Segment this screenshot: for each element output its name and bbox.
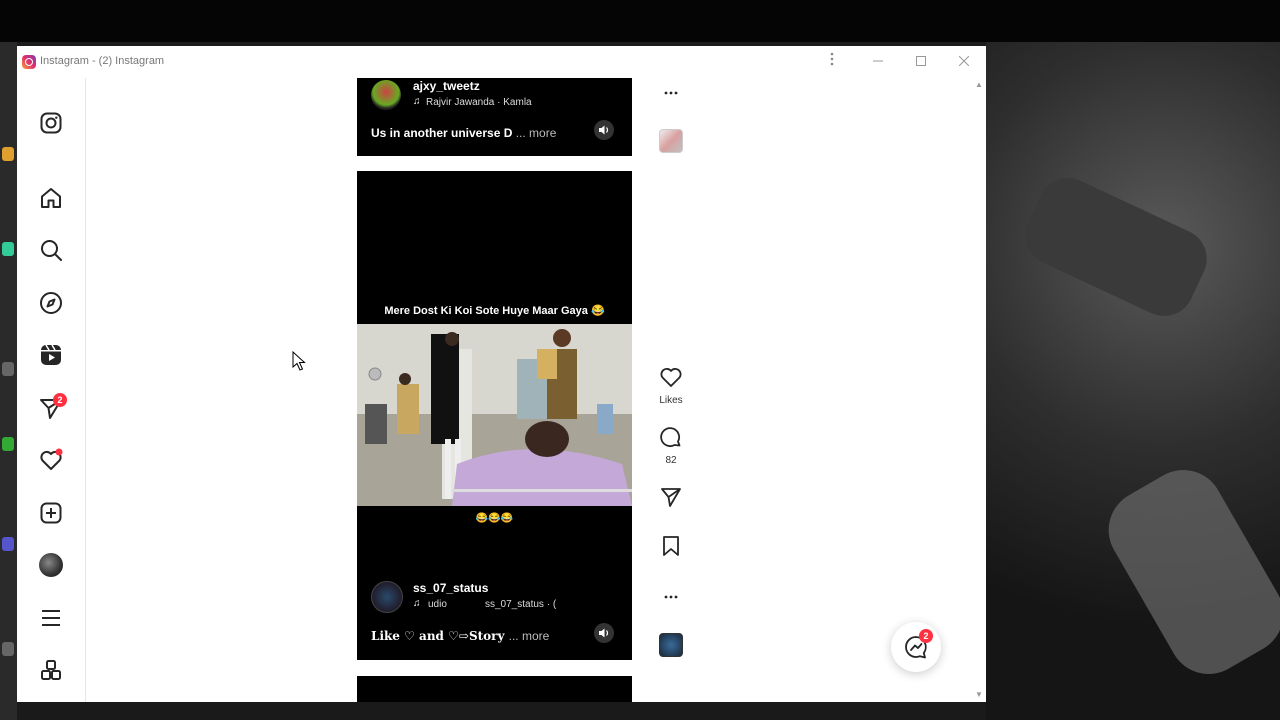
- reel-author-avatar[interactable]: [371, 80, 401, 110]
- instagram-window: Instagram - (2) Instagram 2 ajxy_tweetz …: [17, 46, 986, 702]
- caption-text: Us in another universe D: [371, 126, 513, 140]
- desktop-shortcut-icon: [2, 537, 14, 551]
- share-button[interactable]: [657, 485, 685, 514]
- volume-icon[interactable]: [594, 120, 614, 140]
- reel-video-frame[interactable]: [357, 324, 632, 506]
- plus-square-icon: [40, 502, 62, 524]
- reel-post[interactable]: Mere Dost Ki Koi Sote Huye Maar Gaya 😂 😂…: [357, 171, 632, 660]
- sidebar-item-search[interactable]: [39, 238, 63, 262]
- scroll-down-icon[interactable]: ▼: [975, 690, 983, 699]
- menu-icon: [42, 610, 60, 626]
- sidebar-item-notifications[interactable]: [39, 448, 63, 472]
- messages-fab-badge: 2: [919, 629, 933, 643]
- send-icon: [661, 488, 681, 507]
- sidebar-item-more[interactable]: [39, 606, 63, 630]
- taskbar-strip: [17, 702, 986, 720]
- maximize-icon[interactable]: [911, 52, 931, 72]
- apps-icon: [41, 660, 61, 680]
- messages-button[interactable]: 2: [891, 622, 941, 672]
- audio-thumbnail[interactable]: [659, 633, 683, 657]
- desktop-icons-strip: [0, 42, 17, 720]
- search-icon: [41, 240, 62, 261]
- scrollbar[interactable]: ▲ ▼: [973, 78, 986, 702]
- desktop-shortcut-icon: [2, 642, 14, 656]
- sidebar-nav: 2: [17, 78, 86, 702]
- save-button[interactable]: [657, 534, 685, 563]
- comments-count: 82: [665, 455, 677, 466]
- sidebar-item-create[interactable]: [39, 501, 63, 525]
- sidebar-item-profile[interactable]: [39, 553, 63, 577]
- reel-caption: Like ♡ and ♡⇨Story ... more: [371, 629, 549, 643]
- like-button[interactable]: [657, 365, 685, 394]
- reels-icon: [41, 344, 61, 365]
- volume-icon[interactable]: [594, 623, 614, 643]
- messages-badge: 2: [53, 393, 67, 407]
- caption-text: Like ♡ and ♡⇨Story: [371, 629, 505, 643]
- desktop-shortcut-icon: [2, 147, 14, 161]
- comment-icon: [660, 427, 681, 448]
- bookmark-icon: [663, 536, 679, 556]
- more-options-icon[interactable]: [657, 586, 685, 602]
- scroll-up-icon[interactable]: ▲: [975, 80, 983, 89]
- comment-button[interactable]: [657, 426, 685, 455]
- music-note-icon: ♫: [413, 96, 421, 107]
- sidebar-item-explore[interactable]: [39, 291, 63, 315]
- avatar: [39, 553, 63, 577]
- reel-post[interactable]: ajxy_tweetz ♫ Rajvir Jawanda · Kamla Us …: [357, 78, 632, 156]
- desktop-wallpaper: [986, 42, 1280, 720]
- mouse-cursor-icon: [292, 351, 306, 371]
- sidebar-item-messages[interactable]: 2: [39, 393, 67, 420]
- heart-icon: [660, 368, 682, 387]
- sidebar-item-home[interactable]: [39, 186, 63, 210]
- desktop-shortcut-icon: [2, 362, 14, 376]
- likes-label: Likes: [659, 395, 683, 406]
- reel-audio[interactable]: udio: [428, 599, 447, 610]
- audio-thumbnail[interactable]: [659, 129, 683, 153]
- desktop-shortcut-icon: [2, 242, 14, 256]
- sidebar-item-reels[interactable]: [39, 343, 63, 367]
- compass-icon: [40, 292, 62, 314]
- title-bar: Instagram - (2) Instagram: [17, 46, 986, 78]
- reel-post[interactable]: [357, 676, 632, 702]
- sidebar-item-also-from-meta[interactable]: [39, 658, 63, 682]
- close-icon[interactable]: [954, 52, 974, 72]
- desktop-shortcut-icon: [2, 437, 14, 451]
- caption-more-link[interactable]: ... more: [509, 629, 550, 643]
- kebab-menu-icon[interactable]: [822, 52, 842, 72]
- instagram-app-icon: [22, 55, 36, 69]
- music-note-icon: ♫: [413, 598, 421, 609]
- desktop-top-area: [0, 0, 1280, 42]
- reel-overlay-emoji: 😂😂😂: [475, 513, 514, 524]
- minimize-icon[interactable]: [868, 52, 888, 72]
- window-title: Instagram - (2) Instagram: [40, 55, 165, 67]
- reel-audio[interactable]: Rajvir Jawanda · Kamla: [426, 97, 532, 108]
- reel-username[interactable]: ajxy_tweetz: [413, 79, 480, 93]
- caption-more-link[interactable]: ... more: [516, 126, 557, 140]
- reel-overlay-text: Mere Dost Ki Koi Sote Huye Maar Gaya 😂: [384, 305, 605, 317]
- reel-audio-source[interactable]: ss_07_status · (: [485, 599, 556, 610]
- more-options-icon[interactable]: [657, 82, 685, 98]
- heart-icon: [40, 448, 63, 470]
- home-icon: [41, 188, 61, 208]
- reel-username[interactable]: ss_07_status: [413, 581, 488, 595]
- reel-caption: Us in another universe D ... more: [371, 126, 556, 140]
- reel-author-avatar[interactable]: [371, 581, 403, 613]
- instagram-logo-icon[interactable]: [39, 111, 63, 135]
- messenger-icon: [905, 636, 927, 659]
